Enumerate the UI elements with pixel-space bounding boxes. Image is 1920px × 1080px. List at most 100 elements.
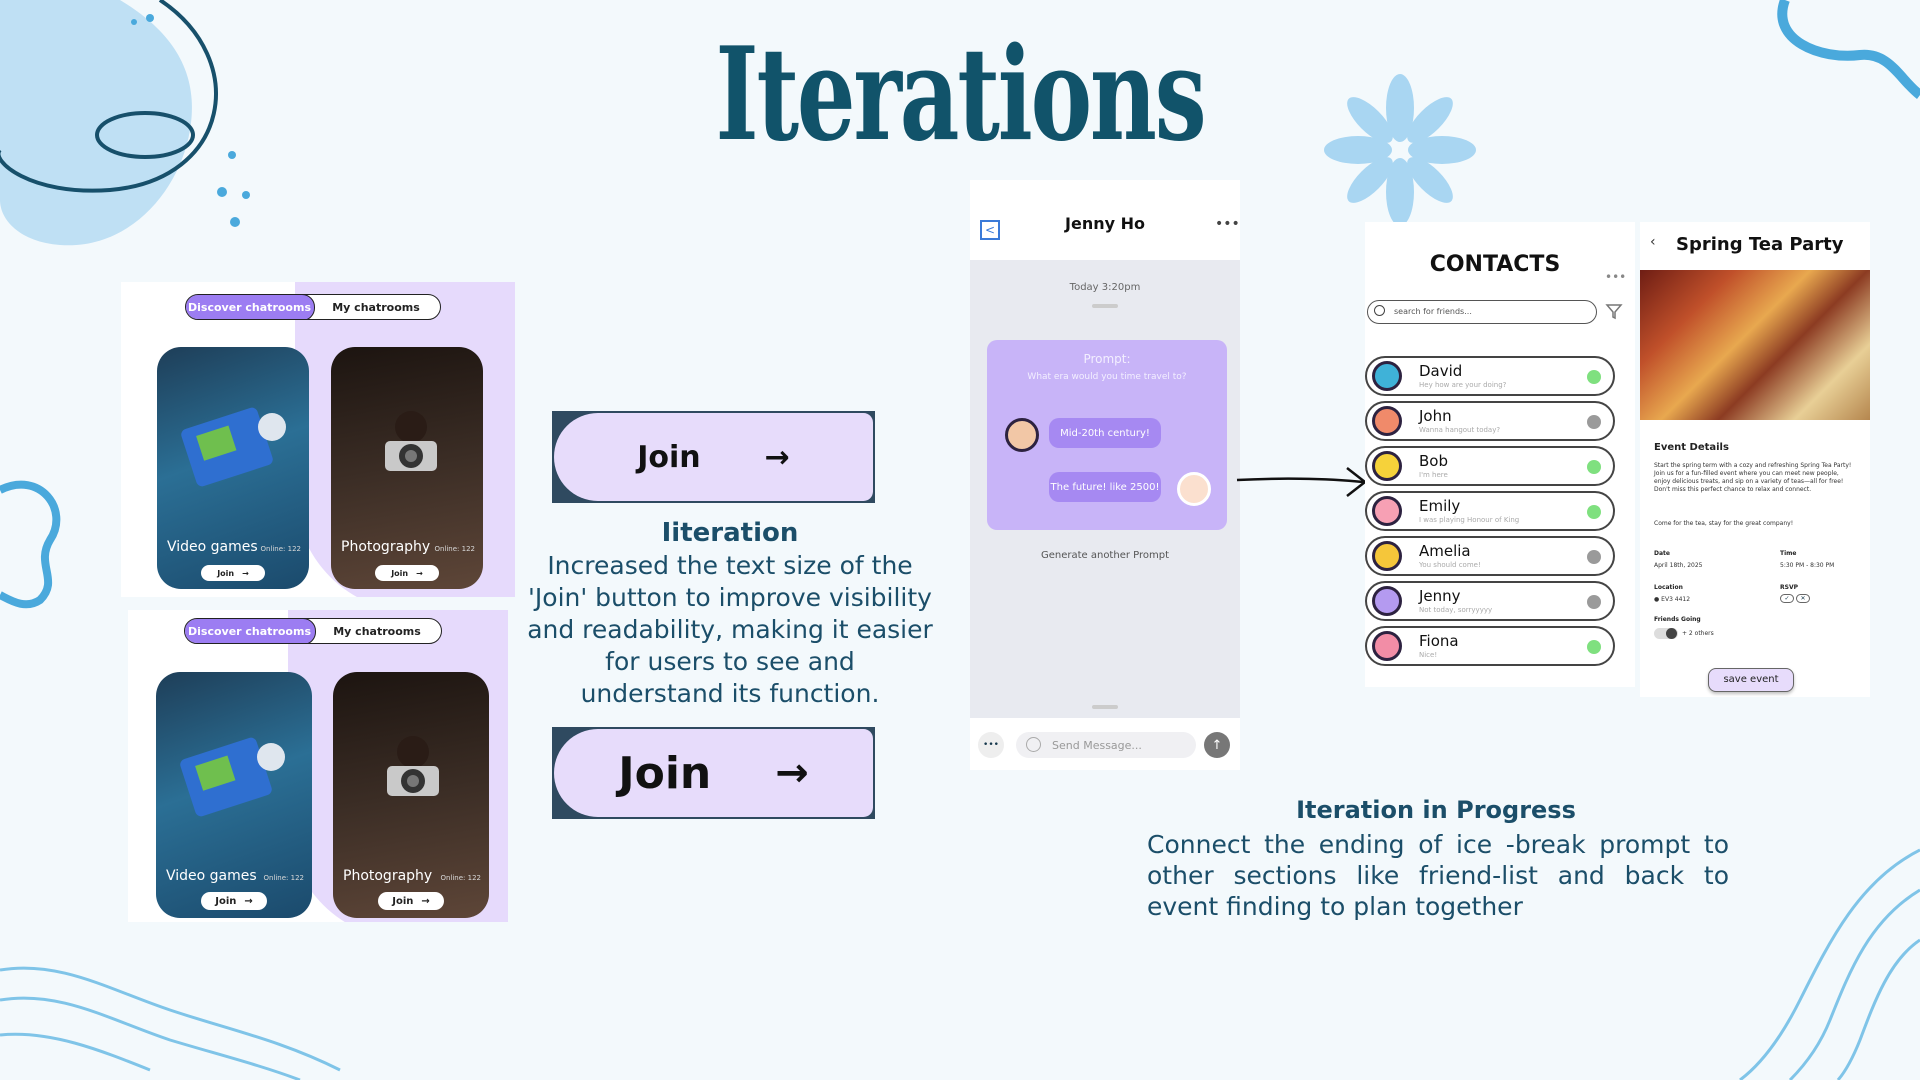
join-button-after[interactable]: Join → [554, 729, 873, 817]
contact-row[interactable]: Emily I was playing Honour of King [1365, 491, 1615, 531]
location-value: ● EV3 4412 [1654, 596, 1690, 603]
contacts-screen: CONTACTS ••• search for friends... David… [1365, 222, 1635, 687]
more-icon[interactable]: ••• [1215, 216, 1240, 232]
chat-input-bar: ••• Send Message... ↑ [970, 718, 1240, 770]
contact-row[interactable]: Fiona Nice! [1365, 626, 1615, 666]
icebreaker-chat-screen: < Jenny Ho ••• Today 3:20pm Prompt: What… [970, 180, 1240, 770]
event-details-heading: Event Details [1654, 442, 1729, 453]
online-status-indicator [1587, 550, 1601, 564]
emoji-icon[interactable] [1026, 737, 1041, 752]
room-card-photography[interactable]: Photography Online: 122 Join → [331, 347, 483, 589]
room-card-label: Video games [167, 539, 258, 555]
more-icon[interactable]: ••• [1605, 270, 1626, 284]
divider [1092, 304, 1118, 308]
message-input[interactable]: Send Message... [1016, 732, 1196, 758]
prompt-question: What era would you time travel to? [1027, 372, 1187, 382]
avatar [1177, 472, 1211, 506]
arrow-right-icon: → [244, 895, 253, 907]
chat-header: < Jenny Ho ••• [970, 180, 1240, 260]
camera-icon [385, 411, 437, 471]
prompt-card: Prompt: What era would you time travel t… [987, 340, 1227, 530]
avatar [1372, 631, 1402, 661]
avatar [1372, 361, 1402, 391]
divider [1092, 705, 1118, 709]
chat-contact-name: Jenny Ho [1065, 214, 1145, 233]
date-label: Date [1654, 550, 1670, 557]
chatroom-tabs: Discover chatrooms My chatrooms [184, 618, 442, 644]
contact-name: David [1419, 362, 1463, 380]
join-label: Join [392, 895, 414, 907]
description-line: and readability, making it easier [527, 615, 933, 644]
message-sent: The future! like 2500! [1049, 472, 1161, 502]
decoration-top-left [0, 0, 250, 246]
room-card-video-games[interactable]: Video games Online: 122 Join → [157, 347, 309, 589]
arrow-right-icon: → [764, 439, 790, 475]
tab-discover-chatrooms[interactable]: Discover chatrooms [185, 619, 316, 643]
search-input[interactable]: search for friends... [1367, 300, 1597, 324]
contact-status: Wanna hangout today? [1419, 426, 1501, 434]
join-button-before[interactable]: Join → [554, 413, 873, 501]
tab-my-chatrooms[interactable]: My chatrooms [314, 619, 440, 643]
rsvp-no-button[interactable]: ✕ [1796, 594, 1810, 603]
description-line: understand its function. [580, 679, 880, 708]
event-title: Spring Tea Party [1676, 234, 1844, 255]
join-label: Join [637, 439, 701, 475]
contact-row[interactable]: John Wanna hangout today? [1365, 401, 1615, 441]
contact-name: Fiona [1419, 632, 1459, 650]
room-join-button[interactable]: Join → [201, 892, 267, 910]
message-placeholder: Send Message... [1052, 739, 1142, 752]
save-event-button[interactable]: save event [1708, 668, 1794, 692]
avatar [1372, 451, 1402, 481]
room-join-button[interactable]: Join → [375, 565, 439, 581]
more-options-icon[interactable]: ••• [978, 732, 1004, 758]
event-details-screen: ‹ Spring Tea Party Event Details Start t… [1640, 222, 1870, 697]
room-card-video-games[interactable]: Video games Online: 122 Join → [156, 672, 312, 918]
online-status-indicator [1587, 415, 1601, 429]
tab-my-chatrooms[interactable]: My chatrooms [313, 295, 439, 319]
join-label: Join [618, 747, 712, 799]
iteration-description: Increased the text size of the 'Join' bu… [520, 550, 940, 710]
contact-row[interactable]: Amelia You should come! [1365, 536, 1615, 576]
avatar [1372, 541, 1402, 571]
room-join-button[interactable]: Join → [201, 565, 265, 581]
friends-going-value: + 2 others [1682, 630, 1714, 637]
room-card-photography[interactable]: Photography Online: 122 Join → [333, 672, 489, 918]
back-icon[interactable]: ‹ [1650, 234, 1656, 250]
filter-icon[interactable] [1605, 302, 1623, 320]
location-label: Location [1654, 584, 1683, 591]
camera-icon [387, 736, 439, 796]
avatar [1372, 586, 1402, 616]
friends-going-toggle[interactable] [1654, 628, 1678, 639]
handheld-console-icon [181, 407, 286, 487]
tab-discover-chatrooms[interactable]: Discover chatrooms [186, 295, 315, 319]
join-label: Join [217, 568, 235, 578]
arrow-right-icon: → [421, 895, 430, 907]
generate-prompt-button[interactable]: Generate another Prompt [970, 550, 1240, 561]
description-line: Increased the text size of the [547, 551, 913, 580]
room-card-online: Online: 122 [260, 545, 301, 553]
contacts-title: CONTACTS [1429, 252, 1561, 277]
iteration-progress-heading: Iteration in Progress [1296, 796, 1576, 824]
contact-status: You should come! [1419, 561, 1481, 569]
event-description: Start the spring term with a cozy and re… [1654, 462, 1852, 493]
flow-arrow-icon [1236, 467, 1368, 497]
avatar [1372, 496, 1402, 526]
rsvp-label: RSVP [1780, 584, 1798, 591]
rsvp-yes-button[interactable]: ✓ [1780, 594, 1794, 603]
arrow-right-icon: → [242, 568, 249, 578]
iteration-heading: Iiteration [661, 518, 799, 548]
location-text: EV3 4412 [1661, 596, 1691, 603]
room-join-button[interactable]: Join → [378, 892, 444, 910]
room-card-online: Online: 122 [263, 874, 304, 882]
online-status-indicator [1587, 640, 1601, 654]
slide-title: Iterations [715, 20, 1207, 170]
contact-row[interactable]: David Hey how are your doing? [1365, 356, 1615, 396]
chatroom-tabs: Discover chatrooms My chatrooms [185, 294, 441, 320]
prompt-label: Prompt: [1083, 352, 1131, 366]
send-icon[interactable]: ↑ [1204, 732, 1230, 758]
contact-row[interactable]: Jenny Not today, sorryyyyy [1365, 581, 1615, 621]
iteration-progress-description: Connect the ending of ice -break prompt … [1147, 830, 1729, 921]
online-status-indicator [1587, 460, 1601, 474]
contact-name: Bob [1419, 452, 1448, 470]
contact-row[interactable]: Bob I'm here [1365, 446, 1615, 486]
